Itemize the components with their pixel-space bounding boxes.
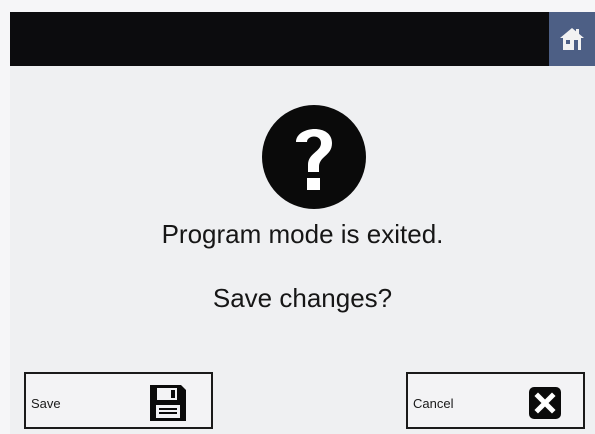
save-button-label: Save xyxy=(31,396,61,411)
home-icon xyxy=(560,28,584,50)
question-icon xyxy=(262,105,366,209)
dialog-content: Program mode is exited. Save changes? Sa… xyxy=(10,66,595,434)
save-button[interactable]: Save xyxy=(24,372,213,429)
bezel-left xyxy=(0,0,10,434)
touch-screen: Program mode is exited. Save changes? Sa… xyxy=(0,0,595,434)
close-icon xyxy=(529,387,561,419)
cancel-button[interactable]: Cancel xyxy=(406,372,585,429)
home-button[interactable] xyxy=(549,12,595,66)
message-line-2: Save changes? xyxy=(212,283,393,313)
message-line-1: Program mode is exited. xyxy=(161,219,444,249)
top-bar xyxy=(10,12,595,66)
cancel-button-label: Cancel xyxy=(413,396,454,411)
floppy-disk-icon xyxy=(150,385,186,421)
